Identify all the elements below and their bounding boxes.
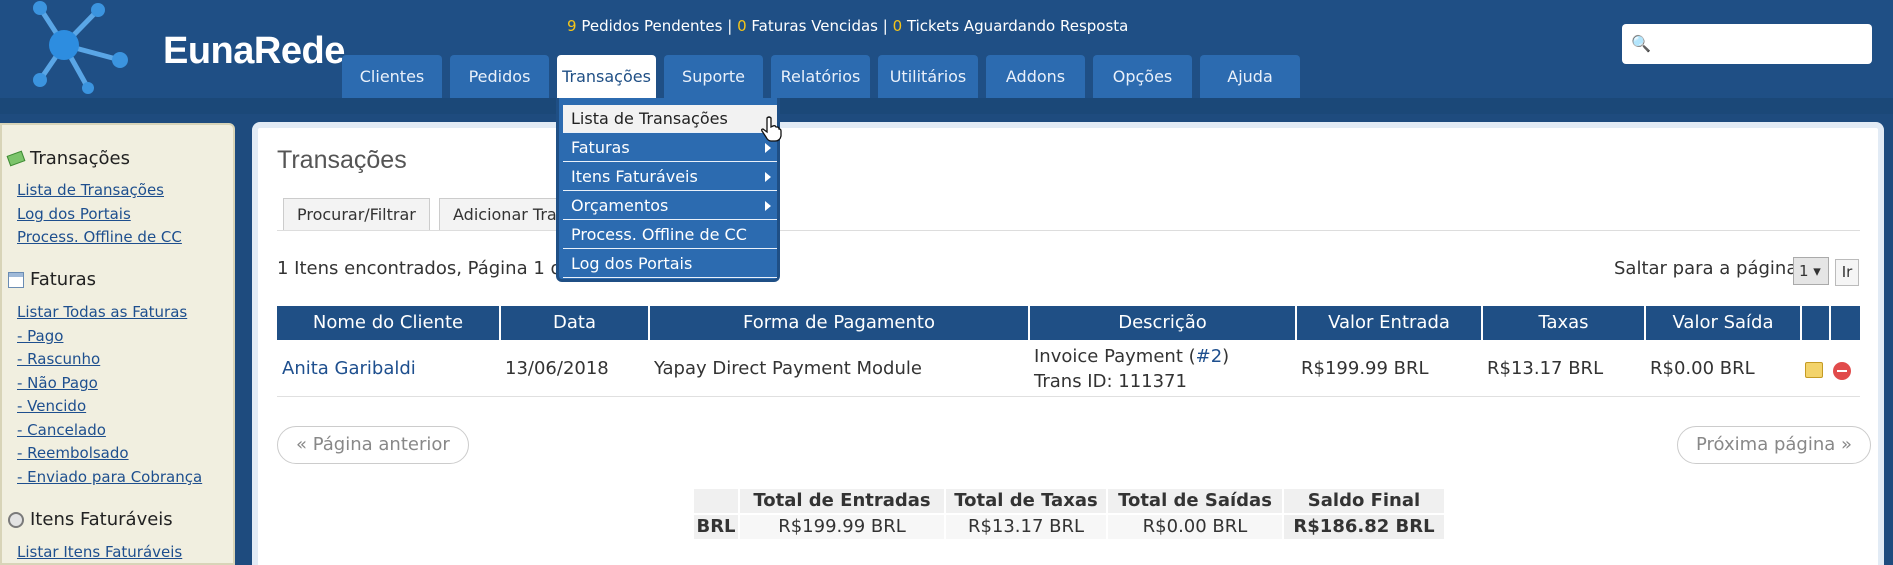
col-header-payment[interactable]: Forma de Pagamento bbox=[650, 306, 1028, 340]
pending-orders-link[interactable]: Pedidos Pendentes bbox=[581, 17, 722, 35]
tab-utilitarios[interactable]: Utilitários bbox=[878, 55, 978, 98]
tab-relatorios[interactable]: Relatórios bbox=[771, 55, 870, 98]
tab-ajuda[interactable]: Ajuda bbox=[1200, 55, 1300, 98]
sidebar-link-lista-transacoes[interactable]: Lista de Transações bbox=[17, 181, 164, 199]
totals-value-saidas: R$0.00 BRL bbox=[1108, 515, 1282, 539]
col-header-edit bbox=[1802, 306, 1829, 340]
invoice-icon bbox=[8, 271, 24, 288]
col-header-description[interactable]: Descrição bbox=[1030, 306, 1295, 340]
results-count: 1 Itens encontrados, Página 1 de bbox=[277, 258, 574, 279]
sidebar-link-vencido[interactable]: - Vencido bbox=[17, 397, 86, 415]
overdue-invoices-count[interactable]: 0 bbox=[737, 17, 747, 35]
main-nav: Clientes Pedidos Transações Suporte Rela… bbox=[342, 55, 1308, 98]
table-row-date: 13/06/2018 bbox=[505, 358, 609, 379]
page-select[interactable]: 1 ▾ bbox=[1793, 257, 1829, 285]
search-input[interactable]: 🔍 bbox=[1622, 24, 1872, 64]
totals-value-entradas: R$199.99 BRL bbox=[740, 515, 944, 539]
sidebar-link-listar-itens-faturaveis[interactable]: Listar Itens Faturáveis bbox=[17, 543, 182, 561]
edit-icon[interactable] bbox=[1805, 362, 1823, 378]
totals-currency: BRL bbox=[694, 515, 738, 539]
table-row-trans-id: Trans ID: 111371 bbox=[1034, 371, 1187, 392]
totals-header-saldo: Saldo Final bbox=[1284, 489, 1444, 513]
next-page-button[interactable]: Próxima página » bbox=[1677, 426, 1871, 464]
submenu-arrow-icon bbox=[765, 201, 771, 211]
tickets-count[interactable]: 0 bbox=[893, 17, 903, 35]
menu-item-lista-transacoes[interactable]: Lista de Transações bbox=[563, 105, 777, 133]
submenu-arrow-icon bbox=[765, 172, 771, 182]
table-row-client[interactable]: Anita Garibaldi bbox=[282, 358, 416, 379]
top-header: EunaRede 9 Pedidos Pendentes | 0 Faturas… bbox=[0, 0, 1893, 98]
col-header-date[interactable]: Data bbox=[501, 306, 648, 340]
header-strip bbox=[0, 98, 1893, 114]
sidebar-link-process-offline-cc[interactable]: Process. Offline de CC bbox=[17, 228, 182, 246]
network-logo-icon bbox=[33, 1, 128, 94]
table-row-description: Invoice Payment (#2) bbox=[1034, 346, 1230, 367]
hand-cursor-icon bbox=[761, 116, 782, 142]
table-row-amount-out: R$0.00 BRL bbox=[1650, 358, 1755, 379]
tab-addons[interactable]: Addons bbox=[986, 55, 1085, 98]
notification-bar: 9 Pedidos Pendentes | 0 Faturas Vencidas… bbox=[567, 17, 1128, 35]
tab-adicionar-transacao[interactable]: Adicionar Tra bbox=[439, 198, 559, 231]
prev-page-button[interactable]: « Página anterior bbox=[277, 426, 469, 464]
menu-item-log-portais[interactable]: Log dos Portais bbox=[563, 250, 777, 278]
money-icon bbox=[6, 150, 26, 167]
table-row-payment: Yapay Direct Payment Module bbox=[654, 358, 922, 379]
sidebar-link-reembolsado[interactable]: - Reembolsado bbox=[17, 444, 129, 462]
totals-value-saldo: R$186.82 BRL bbox=[1284, 515, 1444, 539]
table-row-fees: R$13.17 BRL bbox=[1487, 358, 1604, 379]
col-header-delete bbox=[1831, 306, 1860, 340]
sidebar-link-listar-faturas[interactable]: Listar Todas as Faturas bbox=[17, 303, 187, 321]
menu-item-process-offline-cc[interactable]: Process. Offline de CC bbox=[563, 221, 777, 249]
clock-icon bbox=[8, 511, 24, 528]
tab-opcoes[interactable]: Opções bbox=[1093, 55, 1192, 98]
sidebar-heading-transacoes: Transações bbox=[6, 148, 130, 169]
tab-suporte[interactable]: Suporte bbox=[664, 55, 763, 98]
jump-to-page-label: Saltar para a página: bbox=[1614, 258, 1804, 279]
menu-item-orcamentos[interactable]: Orçamentos bbox=[563, 192, 777, 220]
sidebar-link-enviado-cobranca[interactable]: - Enviado para Cobrança bbox=[17, 468, 202, 486]
sidebar-link-pago[interactable]: - Pago bbox=[17, 327, 63, 345]
totals-header-entradas: Total de Entradas bbox=[740, 489, 944, 513]
brand-name: EunaRede bbox=[163, 30, 345, 72]
submenu-arrow-icon bbox=[765, 143, 771, 153]
go-button[interactable]: Ir bbox=[1835, 259, 1859, 286]
tab-transacoes[interactable]: Transações bbox=[557, 55, 656, 98]
invoice-link[interactable]: #2 bbox=[1196, 346, 1223, 367]
tab-divider bbox=[277, 230, 1860, 231]
sidebar-heading-itens-faturaveis: Itens Faturáveis bbox=[8, 509, 173, 530]
tickets-awaiting-link[interactable]: Tickets Aguardando Resposta bbox=[907, 17, 1128, 35]
tab-clientes[interactable]: Clientes bbox=[342, 55, 442, 98]
sidebar-link-rascunho[interactable]: - Rascunho bbox=[17, 350, 100, 368]
totals-header-blank bbox=[694, 489, 738, 513]
sidebar-heading-faturas: Faturas bbox=[8, 269, 96, 290]
col-header-amount-in[interactable]: Valor Entrada bbox=[1297, 306, 1481, 340]
separator: | bbox=[882, 17, 888, 35]
overdue-invoices-link[interactable]: Faturas Vencidas bbox=[751, 17, 878, 35]
delete-icon[interactable] bbox=[1833, 362, 1851, 380]
col-header-fees[interactable]: Taxas bbox=[1483, 306, 1644, 340]
separator: | bbox=[727, 17, 733, 35]
totals-header-taxas: Total de Taxas bbox=[946, 489, 1106, 513]
col-header-amount-out[interactable]: Valor Saída bbox=[1646, 306, 1800, 340]
sidebar-link-cancelado[interactable]: - Cancelado bbox=[17, 421, 106, 439]
col-header-client[interactable]: Nome do Cliente bbox=[277, 306, 499, 340]
tab-pedidos[interactable]: Pedidos bbox=[450, 55, 549, 98]
transacoes-dropdown-menu: Lista de Transações Faturas Itens Faturá… bbox=[556, 98, 780, 282]
page-title: Transações bbox=[277, 146, 407, 174]
menu-item-itens-faturaveis[interactable]: Itens Faturáveis bbox=[563, 163, 777, 191]
brand-logo[interactable]: EunaRede bbox=[30, 0, 345, 95]
sidebar-link-nao-pago[interactable]: - Não Pago bbox=[17, 374, 98, 392]
sidebar-link-log-portais[interactable]: Log dos Portais bbox=[17, 205, 131, 223]
row-divider bbox=[277, 396, 1860, 397]
totals-header-saidas: Total de Saídas bbox=[1108, 489, 1282, 513]
tab-procurar-filtrar[interactable]: Procurar/Filtrar bbox=[283, 198, 430, 231]
menu-item-faturas[interactable]: Faturas bbox=[563, 134, 777, 162]
pending-orders-count[interactable]: 9 bbox=[567, 17, 577, 35]
search-icon: 🔍 bbox=[1631, 34, 1651, 53]
totals-value-taxas: R$13.17 BRL bbox=[946, 515, 1106, 539]
table-row-amount-in: R$199.99 BRL bbox=[1301, 358, 1429, 379]
